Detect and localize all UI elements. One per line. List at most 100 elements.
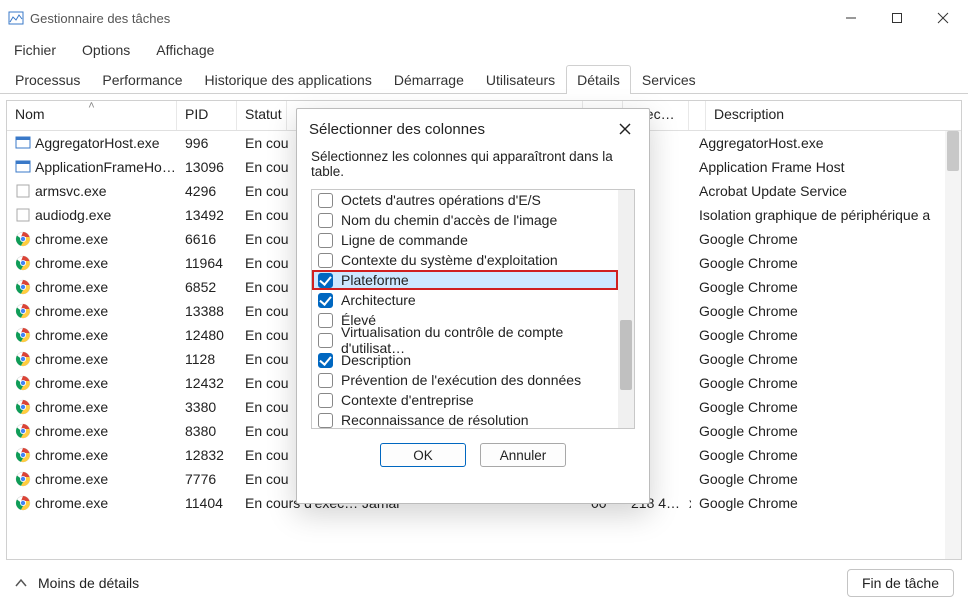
- dialog-option-list: Octets d'autres opérations d'E/SNom du c…: [311, 189, 635, 429]
- fewer-details-label: Moins de détails: [38, 575, 139, 591]
- checkbox[interactable]: [318, 193, 333, 208]
- process-description: Google Chrome: [691, 399, 961, 415]
- column-option-label: Reconnaissance de résolution: [341, 412, 529, 428]
- column-option[interactable]: Reconnaissance de résolution: [312, 410, 618, 428]
- process-icon: [15, 159, 31, 175]
- checkbox[interactable]: [318, 333, 333, 348]
- process-description: Google Chrome: [691, 447, 961, 463]
- dialog-ok-button[interactable]: OK: [380, 443, 466, 467]
- process-name: chrome.exe: [35, 255, 108, 271]
- checkbox[interactable]: [318, 273, 333, 288]
- tab-services[interactable]: Services: [631, 65, 707, 93]
- column-option-label: Prévention de l'exécution des données: [341, 372, 581, 388]
- tab-performance[interactable]: Performance: [91, 65, 193, 93]
- column-header-pid[interactable]: PID: [177, 101, 237, 130]
- column-option-label: Ligne de commande: [341, 232, 468, 248]
- column-header-description[interactable]: Description: [706, 101, 961, 130]
- checkbox[interactable]: [318, 393, 333, 408]
- process-description: Application Frame Host: [691, 159, 961, 175]
- tab-users[interactable]: Utilisateurs: [475, 65, 566, 93]
- tab-app-history[interactable]: Historique des applications: [194, 65, 383, 93]
- checkbox[interactable]: [318, 413, 333, 428]
- process-name: chrome.exe: [35, 327, 108, 343]
- menu-view[interactable]: Affichage: [150, 38, 220, 62]
- app-icon: [8, 10, 24, 26]
- dialog-close-button[interactable]: [613, 117, 637, 141]
- column-option[interactable]: Ligne de commande: [312, 230, 618, 250]
- process-icon: [15, 303, 31, 319]
- process-pid: 12832: [177, 447, 237, 463]
- process-pid: 11964: [177, 255, 237, 271]
- dialog-scrollbar-thumb[interactable]: [620, 320, 632, 390]
- process-pid: 6852: [177, 279, 237, 295]
- menu-options[interactable]: Options: [76, 38, 136, 62]
- column-option[interactable]: Architecture: [312, 290, 618, 310]
- dialog-cancel-button[interactable]: Annuler: [480, 443, 566, 467]
- checkbox[interactable]: [318, 293, 333, 308]
- column-option-label: Contexte du système d'exploitation: [341, 252, 558, 268]
- process-description: Google Chrome: [691, 255, 961, 271]
- scrollbar-thumb[interactable]: [947, 131, 959, 171]
- minimize-button[interactable]: [828, 0, 874, 36]
- process-description: Google Chrome: [691, 231, 961, 247]
- column-option-label: Architecture: [341, 292, 416, 308]
- column-option-label: Contexte d'entreprise: [341, 392, 474, 408]
- dialog-subtitle: Sélectionnez les colonnes qui apparaîtro…: [297, 149, 649, 189]
- process-name: chrome.exe: [35, 231, 108, 247]
- process-name: chrome.exe: [35, 471, 108, 487]
- process-icon: [15, 279, 31, 295]
- vertical-scrollbar[interactable]: [945, 131, 961, 559]
- checkbox[interactable]: [318, 373, 333, 388]
- column-option[interactable]: Prévention de l'exécution des données: [312, 370, 618, 390]
- process-name: chrome.exe: [35, 399, 108, 415]
- process-description: Google Chrome: [691, 471, 961, 487]
- tab-details[interactable]: Détails: [566, 65, 631, 93]
- process-description: Google Chrome: [691, 351, 961, 367]
- process-pid: 1128: [177, 351, 237, 367]
- fewer-details-toggle[interactable]: Moins de détails: [14, 575, 139, 591]
- tab-startup[interactable]: Démarrage: [383, 65, 475, 93]
- checkbox[interactable]: [318, 313, 333, 328]
- process-icon: [15, 327, 31, 343]
- process-description: Google Chrome: [691, 423, 961, 439]
- process-pid: 996: [177, 135, 237, 151]
- process-icon: [15, 351, 31, 367]
- column-option[interactable]: Contexte d'entreprise: [312, 390, 618, 410]
- process-description: Acrobat Update Service: [691, 183, 961, 199]
- process-description: Google Chrome: [691, 279, 961, 295]
- footer-bar: Moins de détails Fin de tâche: [0, 560, 968, 606]
- column-option[interactable]: Nom du chemin d'accès de l'image: [312, 210, 618, 230]
- end-task-button[interactable]: Fin de tâche: [847, 569, 954, 597]
- select-columns-dialog: Sélectionner des colonnes Sélectionnez l…: [296, 108, 650, 504]
- process-description: Google Chrome: [691, 303, 961, 319]
- menu-file[interactable]: Fichier: [8, 38, 62, 62]
- menu-bar: Fichier Options Affichage: [0, 36, 968, 64]
- checkbox[interactable]: [318, 213, 333, 228]
- process-icon: [15, 471, 31, 487]
- process-name: chrome.exe: [35, 279, 108, 295]
- column-header-name[interactable]: Nom˄: [7, 101, 177, 130]
- maximize-button[interactable]: [874, 0, 920, 36]
- close-button[interactable]: [920, 0, 966, 36]
- process-icon: [15, 447, 31, 463]
- column-option[interactable]: Octets d'autres opérations d'E/S: [312, 190, 618, 210]
- checkbox[interactable]: [318, 353, 333, 368]
- checkbox[interactable]: [318, 233, 333, 248]
- column-option[interactable]: Contexte du système d'exploitation: [312, 250, 618, 270]
- tab-processes[interactable]: Processus: [4, 65, 91, 93]
- column-option[interactable]: Virtualisation du contrôle de compte d'u…: [312, 330, 618, 350]
- column-option-label: Plateforme: [341, 272, 409, 288]
- dialog-scrollbar[interactable]: [618, 190, 634, 428]
- column-option[interactable]: Plateforme: [312, 270, 618, 290]
- column-header-status[interactable]: Statut: [237, 101, 287, 130]
- process-name: armsvc.exe: [35, 183, 107, 199]
- process-name: chrome.exe: [35, 351, 108, 367]
- process-pid: 12480: [177, 327, 237, 343]
- process-description: Google Chrome: [691, 375, 961, 391]
- column-header-spacer[interactable]: [689, 101, 706, 130]
- checkbox[interactable]: [318, 253, 333, 268]
- process-icon: [15, 231, 31, 247]
- process-name: AggregatorHost.exe: [35, 135, 160, 151]
- process-description: Google Chrome: [691, 327, 961, 343]
- process-name: ApplicationFrameHo…: [35, 159, 176, 175]
